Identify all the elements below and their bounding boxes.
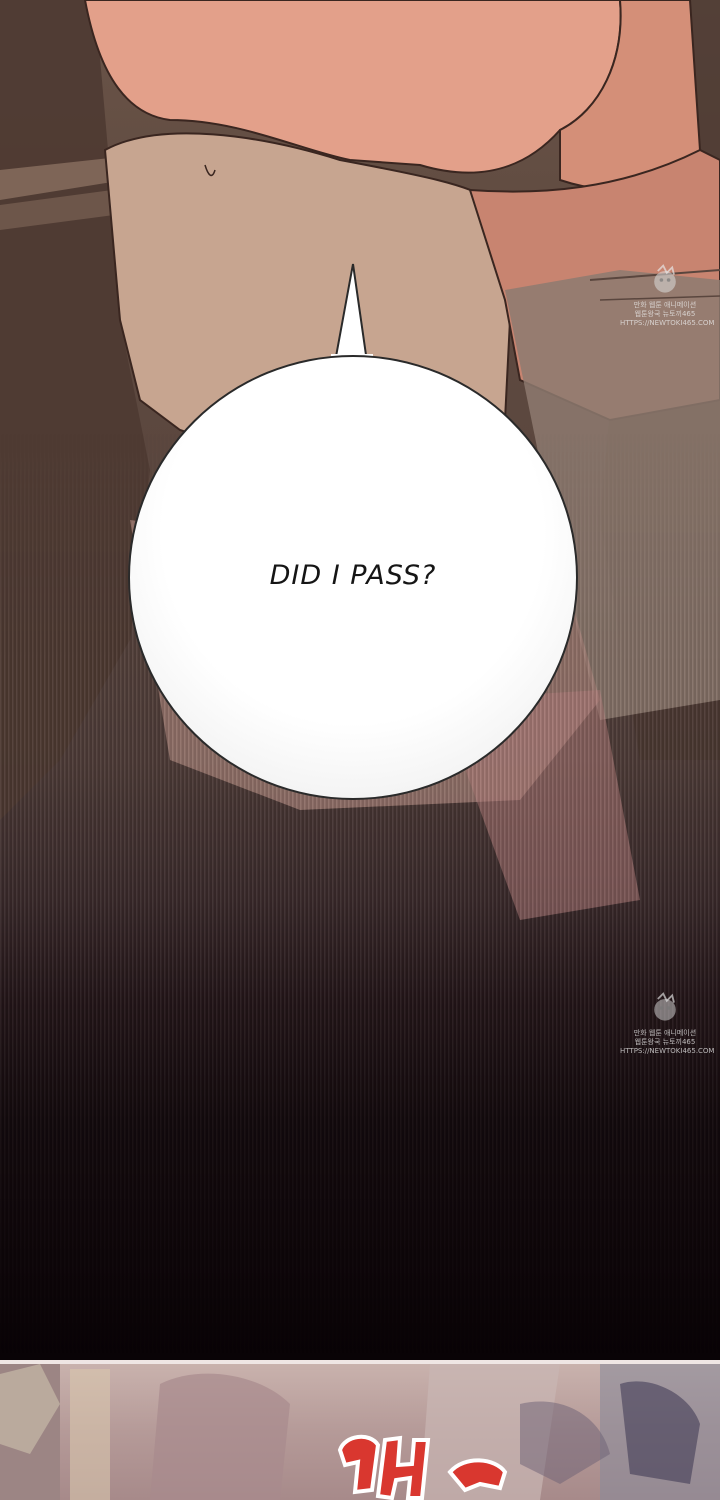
watermark-logo-icon [654, 264, 676, 293]
watermark-line: 만화 웹툰 애니메이션 [633, 1029, 697, 1037]
speech-bubble-tail [331, 263, 373, 362]
watermark-top: 만화 웹툰 애니메이션 웹툰왕국 뉴토끼465 HTTPS://NEWTOKI4… [620, 262, 715, 328]
watermark-bottom: 만화 웹툰 애니메이션 웹툰왕국 뉴토끼465 HTTPS://NEWTOKI4… [620, 990, 715, 1056]
webtoon-page: DID I PASS? 만화 웹툰 애니메이션 웹툰왕국 뉴토끼465 HTTP… [0, 0, 720, 1500]
speech-bubble-text: DID I PASS? [269, 560, 437, 591]
top-panel: DID I PASS? 만화 웹툰 애니메이션 웹툰왕국 뉴토끼465 HTTP… [0, 0, 720, 1360]
watermark-logo-icon [654, 992, 676, 1021]
watermark-line: HTTPS://NEWTOKI465.COM [620, 319, 715, 327]
watermark-line: 웹툰왕국 뉴토끼465 [634, 310, 696, 318]
watermark-line: 만화 웹툰 애니메이션 [633, 301, 697, 309]
watermark-line: HTTPS://NEWTOKI465.COM [620, 1047, 715, 1055]
watermark-line: 웹툰왕국 뉴토끼465 [634, 1038, 696, 1046]
sound-effect-lettering [337, 1434, 508, 1500]
